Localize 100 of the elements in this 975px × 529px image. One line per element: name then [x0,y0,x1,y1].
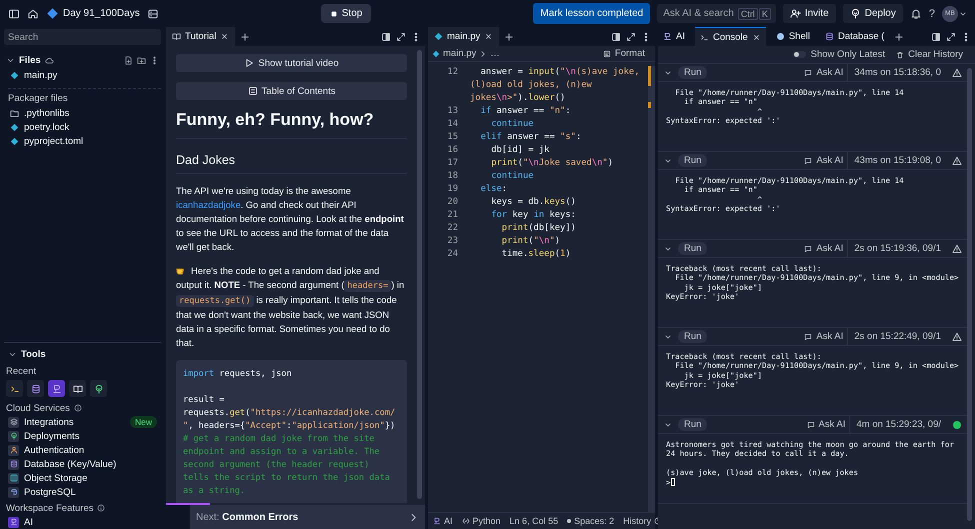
tool-button[interactable] [69,380,86,397]
next-lesson-button[interactable]: Next: Common Errors [190,505,425,529]
ask-ai-button[interactable]: Ask AI [798,152,848,169]
help-button[interactable]: ? [928,8,935,20]
code-line: continue [490,118,535,131]
book-icon [72,384,82,394]
service-item[interactable]: PostgreSQL [24,486,76,498]
ask-ai-button[interactable]: Ask AI [800,416,850,433]
cursor-position[interactable]: Ln 6, Col 55 [510,516,558,526]
ask-ai-button[interactable]: Ask AI [798,328,848,345]
ask-ai-search-button[interactable]: Ask AI & search [657,4,738,23]
line-number: 16 [446,144,459,157]
shortcut-key: Ctrl [738,8,758,20]
scrollbar[interactable] [967,68,972,521]
database-icon [10,460,18,468]
tool-button[interactable] [6,380,23,397]
file-icon [432,50,440,58]
tool-button[interactable] [27,380,44,397]
comment-icon [804,68,812,76]
expand-icon [946,32,956,42]
project-name[interactable]: Day 91_100Days [63,8,140,19]
run-time: 4m on 15:29:23, 09/ [856,419,941,430]
stop-button[interactable]: Stop [320,4,372,23]
indent-setting[interactable]: Spaces: 2 [574,516,614,526]
code-block: import requests, json result = requests.get("https://icanhazdadjoke.com/", headers={"Accept":"application/json"}) # get a random dad joke from the site endpoint and assign to a variable. The second argument (the header request) tells the script to return the json data as a string. [176,360,407,503]
clear-history-button[interactable]: Clear History [890,48,969,61]
close-icon [484,32,494,41]
line-number: 22 [446,222,459,235]
tab[interactable]: main.py [428,27,500,46]
tutorial-title: Funny, eh? Funny, how? [176,110,407,139]
scrollbar[interactable] [648,66,655,512]
table-of-contents-button[interactable]: Table of Contents [176,82,407,100]
link[interactable]: icanhazdadjoke [176,200,241,210]
service-item[interactable]: Database (Key/Value) [24,458,116,470]
code-line: if answer == "n": [480,105,572,118]
file-name[interactable]: pyproject.toml [24,136,84,146]
breadcrumb[interactable]: … [490,48,500,59]
feature-item[interactable]: AI [24,516,33,528]
file-name[interactable]: poetry.lock [24,122,70,132]
new-folder-icon [137,56,146,65]
line-number: 24 [446,248,459,261]
history-button[interactable]: History [623,516,652,526]
service-item[interactable]: Integrations [24,416,74,428]
chevron-down-icon [8,350,17,359]
ai-icon [433,517,441,525]
tree-icon [10,432,18,440]
toggle-switch[interactable] [792,51,806,58]
chevron-right-icon [479,50,488,58]
show-video-button[interactable]: Show tutorial video [176,54,407,72]
format-icon [602,50,611,58]
line-number: 12 [446,66,459,79]
shortcut-key: K [758,8,771,20]
run-time: 34ms on 15:18:36, 0 [854,67,941,78]
ai-icon [52,384,62,394]
split-icon [381,32,391,42]
section-title: Tools [21,349,46,360]
chevron-down-icon [6,56,15,65]
scrollbar[interactable] [417,50,422,499]
trash-icon [896,50,904,58]
database-icon [30,384,40,394]
section-label: Packager files [8,88,161,104]
service-item[interactable]: Deployments [24,430,80,442]
invite-button[interactable]: Invite [782,4,836,23]
inline-code: headers= [344,280,392,292]
tool-button[interactable] [90,380,107,397]
file-name[interactable]: main.py [24,70,58,80]
service-item[interactable]: Object Storage [24,472,88,484]
code-line: db[id] = jk [490,144,550,157]
paragraph: Here's the code to get a random dad joke and output it. NOTE - The second argument ( headers= ) in requests.get() is really important. It tells the code that we don't want the website back, we want JSON data in a specific format. Sometimes you need to do that. [176,264,406,350]
search-field[interactable]: Search [4,29,161,45]
ai-status[interactable]: AI [444,516,453,526]
tab[interactable]: Console [694,27,766,46]
add-person-icon [790,8,801,19]
split-icon [931,32,941,42]
tab[interactable]: Tutorial [166,27,236,46]
database-icon [824,32,834,41]
format-button[interactable]: Format [596,47,651,60]
ask-ai-button[interactable]: Ask AI [798,240,848,257]
deploy-button[interactable]: Deploy [842,4,903,23]
code-line: print("\n") [500,235,562,248]
info-icon [97,504,106,512]
section-label: Recent [6,364,38,378]
mark-lesson-completed-button[interactable]: Mark lesson completed [533,3,650,24]
run-time: 2s on 15:22:49, 09/1 [854,331,941,342]
run-time: 43ms on 15:19:08, 0 [854,155,941,166]
plus-icon [240,32,250,42]
code-line: for key in keys: [490,209,577,222]
tool-button[interactable] [48,380,65,397]
folder-icon [10,108,19,118]
comment-icon [804,332,812,340]
ask-ai-button[interactable]: Ask AI [798,64,848,81]
language-status[interactable]: Python [472,516,501,526]
section-label: Cloud Services [6,402,70,414]
stop-icon [330,10,338,18]
file-name[interactable]: .pythonlibs [24,108,70,118]
service-item[interactable]: Authentication [24,444,84,456]
section-label: Workspace Features [6,502,94,514]
breadcrumb[interactable]: main.py [443,48,476,59]
run-label: Run [678,242,708,255]
warning-icon [952,156,962,166]
